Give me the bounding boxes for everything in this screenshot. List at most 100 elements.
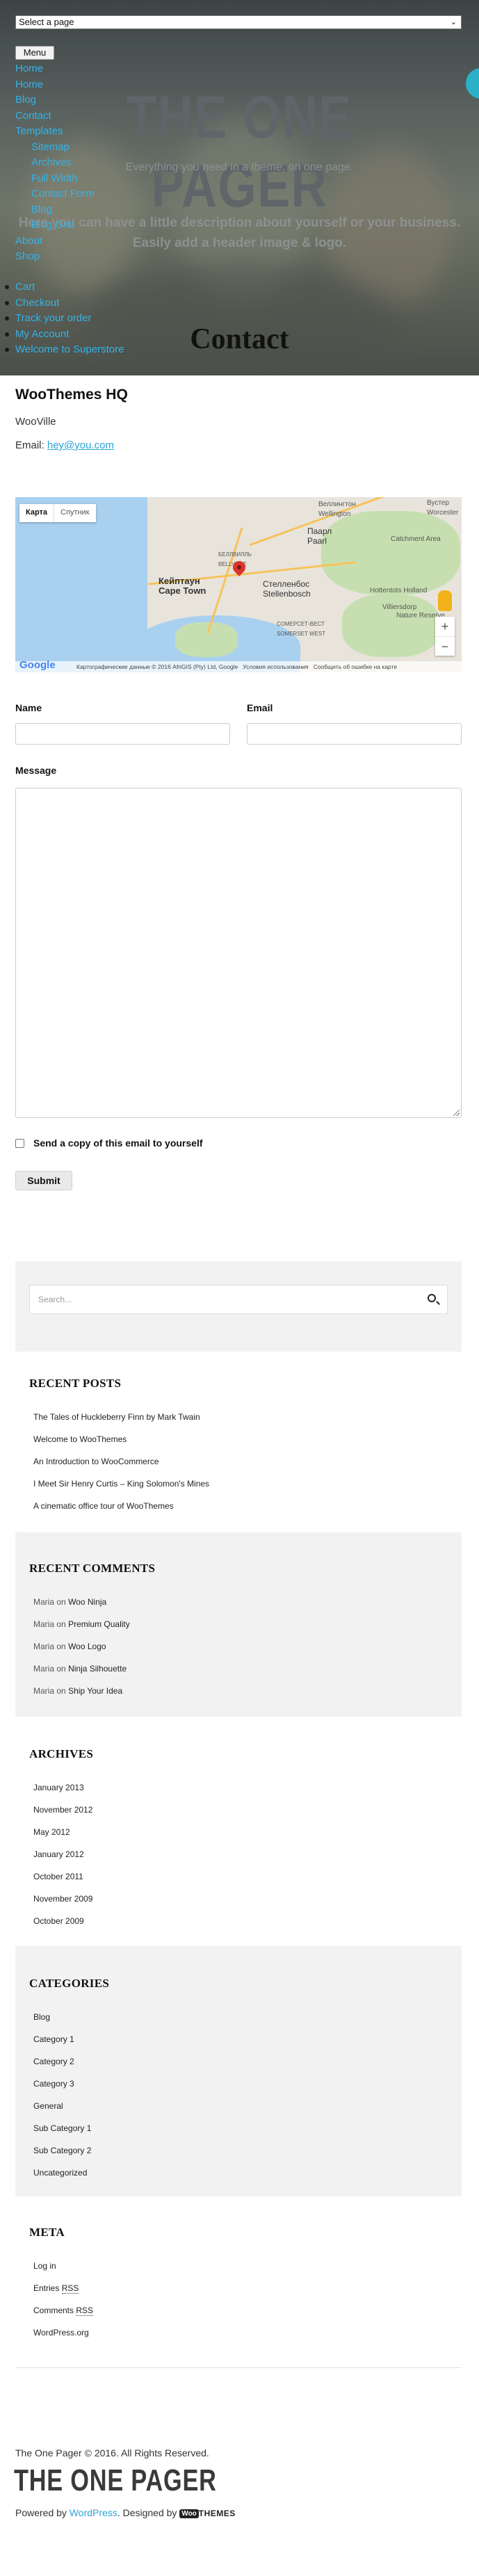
map-attribution: Картографические данные © 2016 AfriGIS (… (15, 661, 462, 672)
message-textarea[interactable] (15, 788, 462, 1118)
nav-item-home[interactable]: Home (15, 61, 95, 77)
resize-handle-icon[interactable] (453, 1110, 460, 1116)
search-button[interactable] (418, 1286, 447, 1313)
map-type-satellite[interactable]: Спутник (54, 504, 95, 522)
category-link[interactable]: Sub Category 1 (33, 2123, 91, 2133)
nav-item-templates[interactable]: Templates (15, 124, 95, 140)
nav-item-blog-sub[interactable]: Blog (15, 202, 95, 218)
nav-item-shop[interactable]: Shop (15, 249, 95, 265)
hero-bg-shape (83, 264, 403, 375)
comment-item: Maria on Premium Quality (33, 1619, 130, 1629)
main-nav: Home Home Blog Contact Templates Sitemap… (15, 61, 95, 265)
nav-item-contact-form[interactable]: Contact Form (15, 186, 95, 202)
search-input[interactable]: Search... (29, 1285, 448, 1314)
page-select-value: Select a page (19, 17, 74, 27)
email-link[interactable]: hey@you.com (47, 439, 114, 451)
comment-post-link[interactable]: Woo Ninja (68, 1597, 106, 1607)
hq-city: WooVille (15, 416, 56, 428)
zoom-in-button[interactable]: + (435, 617, 455, 636)
meta-wordpress-link[interactable]: WordPress.org (33, 2328, 89, 2338)
send-copy-label[interactable]: Send a copy of this email to yourself (33, 1137, 203, 1149)
search-icon (428, 1294, 436, 1302)
comment-item: Maria on Woo Ninja (33, 1597, 107, 1607)
map-label-somerset: СОМЕРСЕТ-ВЕСТ SOMERSET WEST (277, 621, 326, 637)
google-map[interactable]: Карта Спутник Кейптаун Cape Town Стелленб… (15, 497, 462, 672)
map-green-area (321, 511, 460, 594)
woothemes-text[interactable]: THEMES (199, 2509, 236, 2518)
comment-post-link[interactable]: Premium Quality (68, 1619, 130, 1629)
message-label: Message (15, 765, 57, 776)
archive-link[interactable]: May 2012 (33, 1827, 70, 1837)
archives-title: ARCHIVES (29, 1747, 94, 1760)
recent-post-link[interactable]: An Introduction to WooCommerce (33, 1457, 159, 1466)
nav-item-archives[interactable]: Archives (15, 155, 95, 171)
recent-comments-widget: RECENT COMMENTS Maria on Woo Ninja Maria… (15, 1532, 462, 1717)
archive-link[interactable]: January 2012 (33, 1849, 84, 1859)
comment-item: Maria on Ship Your Idea (33, 1686, 123, 1696)
meta-widget: META Log in Entries RSS Comments RSS Wor… (15, 2196, 462, 2363)
meta-entries-rss-link[interactable]: Entries RSS (33, 2283, 79, 2294)
meta-comments-rss-link[interactable]: Comments RSS (33, 2306, 94, 2316)
map-label-catchment: Catchment Area (391, 535, 441, 543)
nav-item-blog-grid[interactable]: Blog Grid (15, 218, 95, 234)
archive-link[interactable]: October 2011 (33, 1872, 83, 1881)
site-title[interactable]: THE ONE PAGER (43, 83, 436, 221)
woothemes-logo-icon[interactable]: Woo (179, 2509, 199, 2518)
category-link[interactable]: Category 1 (33, 2034, 74, 2044)
nav-item-blog[interactable]: Blog (15, 92, 95, 108)
nav-item-contact[interactable]: Contact (15, 108, 95, 124)
meta-login-link[interactable]: Log in (33, 2261, 56, 2271)
map-label-wellington: Веллингтон Wellington (318, 501, 356, 518)
page-select-dropdown[interactable]: Select a page ⌄ (15, 15, 462, 29)
map-label-worcester: Вустер Worcester (427, 499, 459, 517)
category-link[interactable]: Category 3 (33, 2079, 74, 2089)
submit-button[interactable]: Submit (15, 1171, 72, 1190)
category-link[interactable]: Uncategorized (33, 2168, 87, 2178)
wordpress-link[interactable]: WordPress (70, 2507, 117, 2518)
archive-link[interactable]: October 2009 (33, 1916, 84, 1926)
recent-post-link[interactable]: I Meet Sir Henry Curtis – King Solomon's… (33, 1479, 209, 1489)
recent-post-link[interactable]: A cinematic office tour of WooThemes (33, 1501, 174, 1511)
map-label-paarl: Паарл Paarl (307, 526, 332, 546)
nav-item-checkout[interactable]: Checkout (0, 295, 124, 311)
menu-button[interactable]: Menu (15, 46, 54, 60)
nav-item-full-width[interactable]: Full Width (15, 171, 95, 187)
nav-item-about[interactable]: About (15, 234, 95, 250)
footer-credits: Powered by WordPress. Designed by Woo THE… (15, 2507, 236, 2518)
footer-logo[interactable]: THE ONE PAGER (14, 2463, 217, 2498)
recent-post-link[interactable]: The Tales of Huckleberry Finn by Mark Tw… (33, 1412, 200, 1422)
edge-circle-shape (466, 68, 479, 99)
map-label-cape-town: Кейптаун Cape Town (159, 576, 206, 596)
recent-comments-title: RECENT COMMENTS (29, 1562, 156, 1575)
archive-link[interactable]: November 2012 (33, 1805, 92, 1815)
recent-post-link[interactable]: Welcome to WooThemes (33, 1434, 127, 1444)
map-terms-link[interactable]: Условия использования (243, 663, 308, 670)
archive-link[interactable]: November 2009 (33, 1894, 92, 1904)
hq-email-line: Email: hey@you.com (15, 439, 114, 451)
map-report-link[interactable]: Сообщить об ошибке на карте (314, 663, 397, 670)
comment-post-link[interactable]: Ship Your Idea (68, 1686, 122, 1696)
category-link[interactable]: Blog (33, 2012, 50, 2022)
map-zoom-control: + − (435, 617, 455, 656)
archive-link[interactable]: January 2013 (33, 1783, 84, 1792)
category-link[interactable]: Category 2 (33, 2057, 74, 2066)
category-link[interactable]: Sub Category 2 (33, 2146, 91, 2155)
nav-item-cart[interactable]: Cart (0, 280, 124, 295)
nav-item-sitemap[interactable]: Sitemap (15, 140, 95, 156)
recent-posts-title: RECENT POSTS (29, 1377, 122, 1390)
category-link[interactable]: General (33, 2101, 63, 2111)
comment-post-link[interactable]: Ninja Silhouette (68, 1664, 127, 1674)
map-type-toggle[interactable]: Карта Спутник (19, 504, 96, 522)
name-input[interactable] (15, 723, 230, 745)
email-label-form: Email (247, 702, 273, 713)
street-view-pegman-icon[interactable] (438, 590, 452, 611)
comment-item: Maria on Woo Logo (33, 1642, 106, 1651)
zoom-out-button[interactable]: − (435, 636, 455, 656)
map-type-map[interactable]: Карта (19, 504, 55, 522)
nav-item-home-2[interactable]: Home (15, 77, 95, 93)
send-copy-checkbox[interactable] (15, 1139, 24, 1148)
comment-post-link[interactable]: Woo Logo (68, 1642, 106, 1651)
comment-item: Maria on Ninja Silhouette (33, 1664, 127, 1674)
email-input[interactable] (247, 723, 462, 745)
page-title: Contact (190, 323, 289, 355)
